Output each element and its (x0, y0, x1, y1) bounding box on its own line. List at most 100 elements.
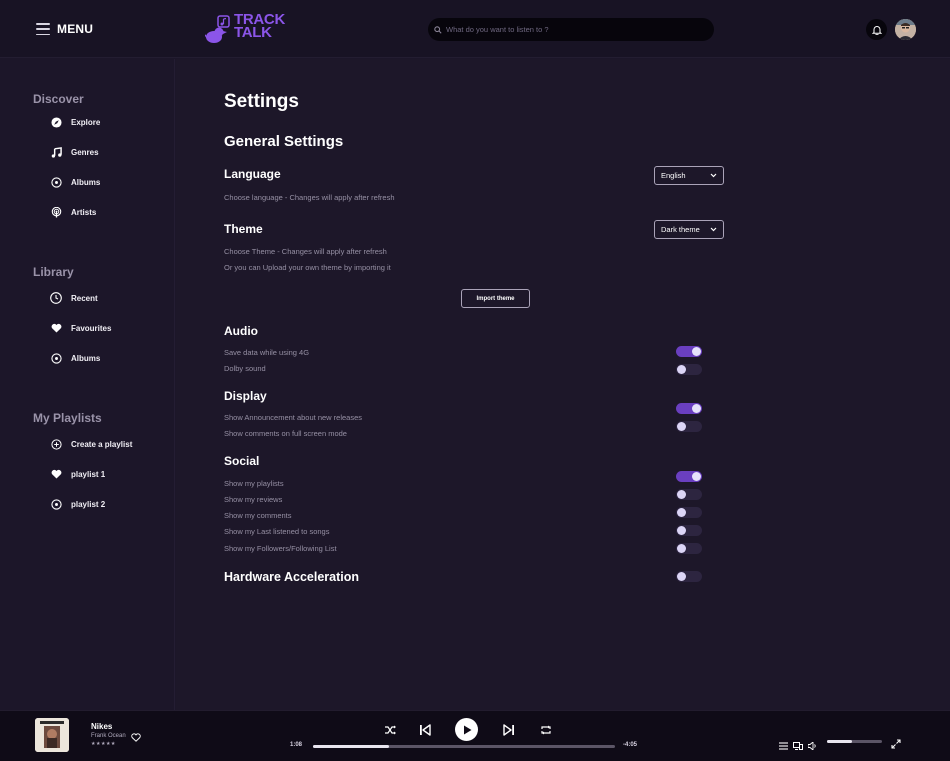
like-button[interactable] (131, 729, 141, 747)
theme-title: Theme (224, 222, 263, 236)
heart-icon (50, 468, 62, 480)
elapsed-time: 1:08 (290, 742, 303, 748)
general-settings-title: General Settings (224, 133, 344, 150)
clock-icon (50, 292, 62, 304)
sidebar: Discover Explore Genres Albums Artists L… (0, 59, 175, 710)
toggle-announcements[interactable] (676, 403, 702, 414)
search-icon (434, 25, 442, 34)
toggle-knob (677, 544, 686, 553)
music-note-icon (50, 146, 62, 158)
sidebar-item-label: Albums (71, 177, 101, 187)
toggle-knob (677, 526, 686, 535)
expand-icon (891, 739, 901, 749)
toggle-show-followers[interactable] (676, 543, 702, 554)
sidebar-item-playlist-2[interactable]: playlist 2 (50, 497, 105, 511)
language-title: Language (224, 167, 281, 181)
skip-back-icon (420, 724, 431, 736)
disc-icon (50, 498, 62, 510)
track-title[interactable]: Nikes (91, 722, 112, 731)
play-button[interactable] (455, 718, 478, 741)
track-artist[interactable]: Frank Ocean (91, 733, 126, 739)
notifications-button[interactable] (866, 19, 887, 40)
logo[interactable]: TRACK TALK (205, 12, 285, 45)
toggle-show-comments[interactable] (676, 507, 702, 518)
language-select[interactable]: English (654, 166, 724, 185)
volume-fill (827, 740, 852, 743)
toggle-knob (677, 365, 686, 374)
theme-selected-value: Dark theme (661, 225, 700, 234)
sidebar-item-create-playlist[interactable]: Create a playlist (50, 437, 132, 451)
sidebar-item-favourites[interactable]: Favourites (50, 321, 111, 335)
queue-button[interactable] (779, 737, 788, 755)
sidebar-item-label: playlist 2 (71, 499, 106, 509)
toggle-hardware-acceleration[interactable] (676, 571, 702, 582)
sidebar-item-library-albums[interactable]: Albums (50, 351, 100, 365)
toggle-save-data[interactable] (676, 346, 702, 357)
menu-label: MENU (57, 22, 94, 36)
menu-button[interactable]: MENU (36, 22, 93, 36)
toggle-dolby[interactable] (676, 364, 702, 375)
toggle-comments-fullscreen[interactable] (676, 421, 702, 432)
devices-button[interactable] (793, 737, 803, 755)
toggle-knob (677, 508, 686, 517)
sidebar-item-label: Genres (71, 147, 99, 157)
avatar[interactable] (895, 19, 916, 40)
toggle-knob (692, 404, 701, 413)
search-input[interactable] (446, 25, 696, 34)
volume-slider[interactable] (827, 740, 882, 743)
logo-bird-icon (205, 15, 230, 43)
chevron-down-icon (710, 227, 717, 232)
shuffle-button[interactable] (384, 725, 396, 735)
progress-bar[interactable] (313, 745, 615, 748)
sidebar-item-genres[interactable]: Genres (50, 145, 99, 159)
player-bar: Nikes Frank Ocean ★★★★★ 1:08 -4:05 (0, 710, 950, 761)
fullscreen-button[interactable] (891, 736, 901, 754)
toggle-show-last-listened[interactable] (676, 525, 702, 536)
toggle-knob (677, 572, 686, 581)
toggle-knob (692, 472, 701, 481)
sidebar-item-artists[interactable]: Artists (50, 205, 96, 219)
podcast-icon (50, 206, 62, 218)
theme-import-description: Or you can Upload your own theme by impo… (224, 263, 391, 272)
social-option-followers: Show my Followers/Following List (224, 544, 337, 553)
disc-icon (50, 352, 62, 364)
hamburger-icon (36, 23, 50, 35)
sidebar-item-explore[interactable]: Explore (50, 115, 100, 129)
sidebar-item-label: playlist 1 (71, 469, 106, 479)
devices-icon (793, 742, 803, 750)
bell-icon (871, 25, 882, 35)
previous-button[interactable] (419, 724, 431, 736)
sidebar-item-playlist-1[interactable]: playlist 1 (50, 467, 105, 481)
social-title: Social (224, 454, 260, 468)
display-option-comments: Show comments on full screen mode (224, 429, 347, 438)
repeat-button[interactable] (540, 725, 552, 735)
toggle-show-playlists[interactable] (676, 471, 702, 482)
social-option-last-listened: Show my Last listened to songs (224, 527, 330, 536)
theme-description: Choose Theme - Changes will apply after … (224, 247, 387, 256)
skip-forward-icon (503, 724, 514, 736)
sidebar-item-recent[interactable]: Recent (50, 291, 98, 305)
playlists-title: My Playlists (33, 411, 102, 425)
library-title: Library (33, 265, 74, 279)
theme-select[interactable]: Dark theme (654, 220, 724, 239)
top-bar: MENU TRACK TALK (0, 0, 950, 58)
audio-option-save-data: Save data while using 4G (224, 348, 310, 357)
settings-panel: Settings General Settings Language Choos… (176, 59, 950, 710)
album-cover[interactable] (35, 718, 69, 752)
toggle-knob (677, 490, 686, 499)
search-bar[interactable] (428, 18, 714, 41)
toggle-show-reviews[interactable] (676, 489, 702, 500)
import-theme-button[interactable]: Import theme (461, 289, 530, 308)
compass-icon (50, 116, 62, 128)
play-icon (463, 725, 471, 734)
sidebar-item-albums[interactable]: Albums (50, 175, 100, 189)
user-photo-icon (895, 19, 916, 40)
next-button[interactable] (503, 724, 515, 736)
social-option-reviews: Show my reviews (224, 495, 283, 504)
sidebar-item-label: Albums (71, 353, 101, 363)
social-option-playlists: Show my playlists (224, 479, 284, 488)
logo-text: TRACK TALK (234, 12, 285, 40)
sidebar-item-label: Artists (71, 207, 97, 217)
volume-button[interactable] (807, 737, 817, 755)
audio-title: Audio (224, 324, 258, 338)
